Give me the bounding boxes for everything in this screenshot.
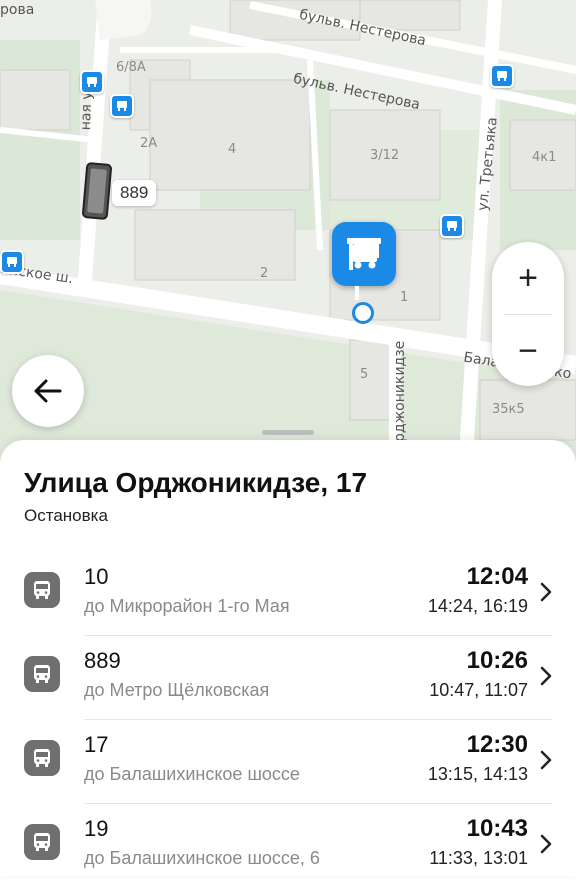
route-destination: до Микрорайон 1-го Мая	[84, 596, 290, 616]
zoom-in-button[interactable]: +	[492, 242, 564, 314]
bus-stop-icon	[117, 101, 127, 111]
later-arrival-times: 13:15, 14:13	[427, 764, 528, 784]
stop-info-sheet: Улица Орджоникидзе, 17 Остановка 10 до М…	[0, 430, 576, 876]
route-destination: до Балашихинское шоссе	[84, 764, 300, 784]
route-number: 889	[84, 648, 121, 673]
bus-icon	[24, 572, 60, 608]
bus-stop-icon	[447, 221, 457, 231]
house-number: 6/8А	[116, 60, 146, 75]
zoom-out-button[interactable]: −	[492, 315, 564, 387]
house-number: 4	[228, 142, 237, 157]
bus-icon	[24, 824, 60, 860]
bus-vehicle-icon[interactable]	[80, 161, 115, 221]
street-label: рджоникидзе	[392, 340, 408, 442]
minus-icon: −	[518, 331, 538, 370]
selected-stop-pin[interactable]	[332, 222, 396, 286]
next-arrival-time: 10:26	[466, 647, 528, 674]
bus-stop-icon	[497, 71, 507, 81]
route-number: 10	[84, 564, 109, 589]
bus-stop-marker[interactable]	[440, 214, 464, 238]
chevron-right-icon	[540, 666, 552, 686]
stop-title: Улица Орджоникидзе, 17	[24, 467, 368, 498]
chevron-right-icon	[540, 834, 552, 854]
vehicle-route-label[interactable]: 889	[112, 180, 157, 206]
next-arrival-time: 12:04	[466, 563, 528, 590]
route-row[interactable]: 19 до Балашихинское шоссе, 6 10:43 11:33…	[24, 804, 552, 888]
plus-icon: +	[518, 258, 538, 297]
route-destination: до Метро Щёлковская	[84, 680, 270, 700]
stop-type: Остановка	[24, 506, 108, 525]
bus-icon	[24, 656, 60, 692]
route-number: 17	[84, 732, 109, 757]
later-arrival-times: 10:47, 11:07	[429, 680, 528, 700]
route-row[interactable]: 17 до Балашихинское шоссе 12:30 13:15, 1…	[24, 720, 552, 804]
drag-handle[interactable]	[262, 430, 314, 435]
stop-location-dot	[352, 302, 374, 324]
next-arrival-time: 10:43	[466, 815, 528, 842]
house-number: 3/12	[370, 148, 400, 163]
route-number: 19	[84, 816, 109, 841]
chevron-right-icon	[540, 750, 552, 770]
house-number: 5	[360, 367, 369, 382]
house-number: 2	[260, 266, 269, 281]
later-arrival-times: 11:33, 13:01	[429, 848, 528, 868]
bus-stop-icon	[347, 238, 381, 270]
zoom-controls: + −	[492, 242, 564, 386]
next-arrival-time: 12:30	[466, 731, 528, 758]
route-row[interactable]: 889 до Метро Щёлковская 10:26 10:47, 11:…	[24, 636, 552, 720]
bus-stop-marker[interactable]	[490, 64, 514, 88]
house-number: 1	[400, 290, 409, 305]
route-row[interactable]: 10 до Микрорайон 1-го Мая 12:04 14:24, 1…	[24, 552, 552, 636]
house-number: 4к1	[532, 150, 557, 165]
later-arrival-times: 14:24, 16:19	[427, 596, 528, 616]
bus-stop-marker[interactable]	[80, 70, 104, 94]
house-number: 2А	[140, 136, 158, 151]
street-label: ровa	[0, 2, 35, 18]
bus-stop-icon	[87, 77, 97, 87]
bus-stop-icon	[7, 257, 17, 267]
bus-stop-marker[interactable]	[110, 94, 134, 118]
pin-stem	[355, 286, 359, 300]
bus-stop-marker[interactable]	[0, 250, 24, 274]
chevron-right-icon	[540, 582, 552, 602]
map-view[interactable]: ровa бульв. Нестерова бульв. Нестерова н…	[0, 0, 576, 470]
arrow-left-icon	[34, 379, 62, 403]
house-number: 35к5	[492, 402, 525, 417]
bus-icon	[24, 740, 60, 776]
back-button[interactable]	[12, 355, 84, 427]
route-destination: до Балашихинское шоссе, 6	[84, 848, 320, 868]
